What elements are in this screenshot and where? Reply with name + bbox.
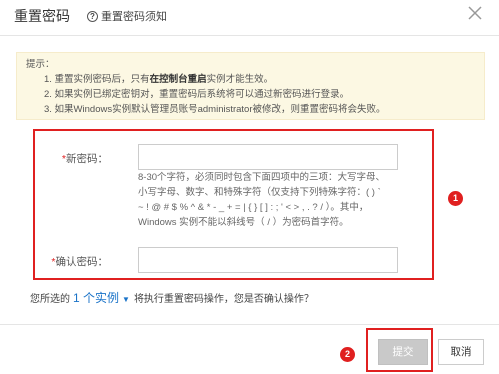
- confirm-password-label: *确认密码：: [28, 254, 108, 269]
- header-divider: [0, 35, 499, 36]
- confirm-prefix: 您所选的: [30, 294, 70, 305]
- instance-count-link[interactable]: 1 个实例: [73, 289, 119, 306]
- tips-title: 提示：: [26, 59, 55, 70]
- footer-divider: [0, 324, 499, 325]
- confirm-message: 您所选的 1 个实例 ▼ 将执行重置密码操作，您是否确认操作？: [30, 289, 314, 306]
- dialog-header: 重置密码 ? 重置密码须知: [0, 0, 499, 34]
- tips-panel: 提示： 1. 重置实例密码后，只有在控制台重启实例才能生效。 2. 如果实例已绑…: [16, 52, 485, 120]
- confirm-password-label-text: 确认密码：: [55, 256, 109, 268]
- password-hint: 8-30个字符，必须同时包含下面四项中的三项：大写字母、 小写字母、数字、和特殊…: [138, 170, 408, 230]
- question-circle-icon: ?: [87, 10, 98, 22]
- hint-line-2: 小写字母、数字、和特殊字符（仅支持下列特殊字符：( ) `: [138, 187, 381, 198]
- new-password-label: *新密码：: [28, 151, 108, 166]
- cancel-button[interactable]: 取消: [438, 339, 484, 365]
- tip-line-1-emphasis: 在控制台重启: [149, 74, 207, 85]
- tip-line-2: 2. 如果实例已绑定密钥对，重置密码后系统将可以通过新密码进行登录。: [44, 89, 350, 100]
- help-link-text[interactable]: 重置密码须知: [101, 8, 167, 24]
- dialog-title: 重置密码: [14, 8, 70, 24]
- close-icon[interactable]: [466, 4, 484, 22]
- annotation-badge-1: 1: [448, 191, 463, 206]
- chevron-down-icon[interactable]: ▼: [122, 295, 130, 304]
- tip-line-1-part-a: 1. 重置实例密码后，只有: [44, 74, 150, 85]
- confirm-password-input[interactable]: [138, 247, 398, 273]
- hint-line-3: ~ ! @ # $ % ^ & * - _ + = | { } [ ] : ; …: [138, 202, 369, 213]
- hint-line-1: 8-30个字符，必须同时包含下面四项中的三项：大写字母、: [138, 172, 386, 183]
- new-password-input[interactable]: [138, 144, 398, 170]
- tip-line-1: 1. 重置实例密码后，只有在控制台重启实例才能生效。: [26, 72, 475, 87]
- confirm-suffix: 将执行重置密码操作，您是否确认操作？: [133, 294, 314, 305]
- new-password-label-text: 新密码：: [66, 153, 108, 165]
- annotation-badge-2: 2: [340, 347, 355, 362]
- help-link[interactable]: ? 重置密码须知: [87, 8, 167, 24]
- tip-line-1-part-b: 实例才能生效。: [206, 74, 274, 85]
- tip-line-3: 3. 如果Windows实例默认管理员账号administrator被修改，则重…: [44, 104, 386, 115]
- submit-button[interactable]: 提交: [378, 339, 428, 365]
- hint-line-4: Windows 实例不能以斜线号（ / ）为密码首字符。: [138, 217, 349, 228]
